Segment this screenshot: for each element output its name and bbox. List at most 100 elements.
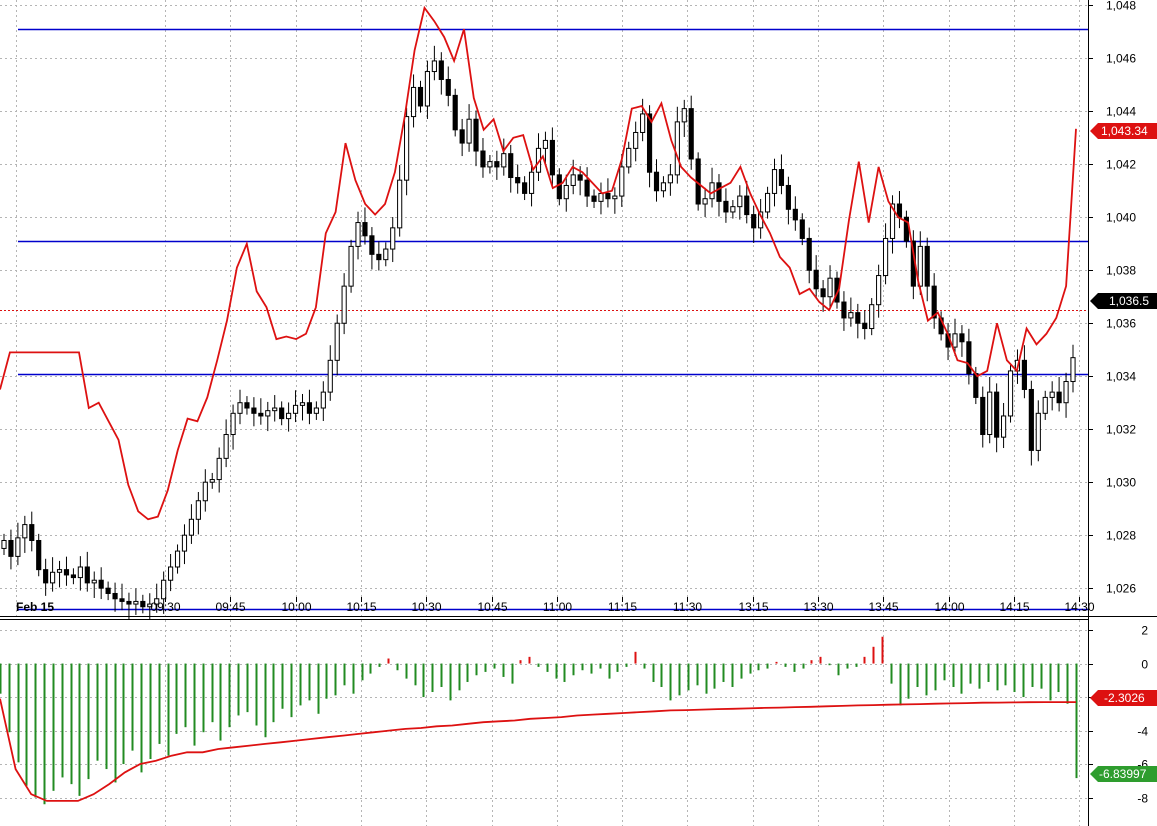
candle-body: [605, 192, 611, 200]
candle-body: [508, 153, 514, 179]
y-tick-label: 1,044: [1106, 105, 1136, 119]
candle-body: [612, 195, 618, 200]
candle-body: [771, 169, 778, 194]
candle-body: [98, 579, 104, 589]
candle-body: [348, 245, 354, 287]
x-tick-label: 10:15: [346, 600, 376, 614]
candle-body: [424, 71, 431, 107]
candle-body: [140, 600, 146, 608]
candle-body: [959, 333, 965, 343]
candle-body: [230, 412, 236, 436]
candle-body: [29, 524, 35, 541]
candle-body: [542, 139, 549, 149]
candle-body: [751, 214, 757, 229]
x-tick-label: 11:30: [673, 600, 702, 614]
candle-body: [168, 566, 174, 581]
y-tick-label: 1,032: [1106, 423, 1136, 437]
candle-body: [119, 598, 125, 602]
candle-body: [376, 253, 382, 261]
y-tick-label: 1,046: [1106, 52, 1136, 66]
y-tick-label: 2: [1141, 624, 1148, 638]
candle-body: [876, 275, 882, 306]
candle-body: [980, 396, 986, 436]
candle-body: [515, 177, 521, 184]
candle-body: [410, 86, 417, 118]
candle-body: [785, 184, 791, 210]
y-tick-label: 1,026: [1106, 582, 1136, 596]
candle-body: [223, 434, 229, 459]
candle-body: [591, 195, 597, 202]
candle-body: [334, 322, 340, 361]
y-tick-label: 1,040: [1106, 211, 1136, 225]
candle-body: [1021, 359, 1027, 390]
x-tick-label: 13:30: [803, 600, 833, 614]
candle-body: [77, 566, 83, 579]
candle-body: [56, 569, 63, 573]
candle-body: [181, 534, 188, 552]
candle-body: [709, 182, 715, 200]
candle-body: [952, 333, 958, 348]
candle-body: [292, 404, 299, 414]
candle-body: [445, 78, 451, 96]
date-label: Feb 15: [16, 600, 54, 614]
candle-body: [667, 174, 673, 184]
candle-body: [862, 322, 868, 330]
candle-body: [966, 341, 972, 375]
candle-body: [869, 304, 875, 330]
candle-body: [792, 208, 798, 221]
candle-body: [598, 192, 604, 202]
candle-body: [417, 86, 424, 107]
histogram-last-label: -6.83997: [1099, 767, 1147, 781]
candle-body: [681, 108, 687, 123]
candle-body: [286, 412, 292, 420]
candle-body: [1042, 396, 1048, 414]
candle-body: [626, 147, 632, 168]
candle-body: [827, 277, 833, 298]
signal-last-label: -2.3026: [1104, 691, 1145, 705]
candle-body: [216, 457, 222, 481]
candle-body: [987, 391, 993, 436]
candle-body: [1056, 391, 1062, 404]
candle-body: [299, 402, 306, 406]
candle-body: [126, 600, 132, 605]
signal-last-badge: -2.3026: [1090, 690, 1157, 706]
candle-body: [438, 60, 444, 80]
candle-body: [1070, 357, 1076, 383]
chart-svg: Feb 15 1,048 1,046 1,044 1,042 1,040 1,038 1,0…: [0, 0, 1157, 826]
candle-body: [1035, 412, 1041, 451]
candle-body: [660, 182, 667, 192]
candle-body: [702, 198, 708, 205]
candle-body: [320, 391, 326, 409]
candle-body: [1049, 391, 1055, 398]
candle-body: [355, 222, 361, 247]
candle-body: [112, 592, 118, 600]
candle-body: [924, 245, 930, 287]
candle-body: [105, 587, 111, 594]
x-tick-label: 11:00: [543, 600, 572, 614]
candle-body: [279, 407, 285, 420]
candle-body: [931, 285, 937, 319]
candle-body: [397, 179, 403, 229]
y-tick-label: 0: [1141, 658, 1148, 672]
candle: [348, 239, 354, 293]
candle-body: [674, 121, 680, 176]
candle-body: [390, 227, 396, 250]
candle-body: [480, 150, 486, 168]
candle: [452, 88, 458, 137]
x-tick-label: 10:00: [281, 600, 311, 614]
candle-body: [188, 518, 195, 536]
candle-body: [50, 571, 56, 584]
y-tick-label: -4: [1137, 725, 1148, 739]
candle-body: [466, 118, 472, 144]
candle-body: [501, 153, 507, 168]
candle-body: [994, 391, 1000, 438]
candle-body: [313, 407, 319, 414]
y-tick-label: 1,042: [1106, 158, 1136, 172]
chart-root: Feb 15 1,048 1,046 1,044 1,042 1,040 1,038 1,0…: [0, 0, 1157, 826]
y-tick-label: -8: [1137, 792, 1148, 806]
candle-body: [848, 312, 854, 319]
x-tick-label: 09:45: [215, 600, 245, 614]
red-line-last-badge: 1,043.34: [1090, 123, 1157, 139]
candle-body: [841, 301, 847, 319]
candle-body: [813, 269, 819, 290]
